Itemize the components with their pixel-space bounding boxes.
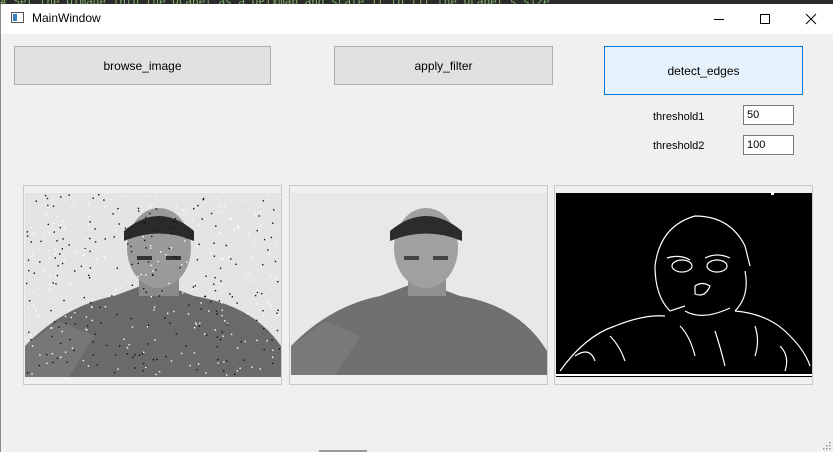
maximize-icon (760, 14, 770, 24)
threshold1-input[interactable] (743, 105, 794, 125)
maximize-button[interactable] (742, 4, 788, 34)
threshold2-label: threshold2 (653, 140, 705, 152)
window-title: MainWindow (32, 11, 101, 25)
resize-grip-icon[interactable] (823, 442, 831, 450)
detect-edges-button[interactable]: detect_edges (604, 46, 803, 95)
close-button[interactable] (788, 4, 833, 34)
threshold1-label: threshold1 (653, 111, 705, 123)
minimize-icon (714, 19, 724, 20)
original-image-panel (23, 185, 282, 385)
close-icon (805, 13, 817, 25)
threshold2-input[interactable] (743, 135, 794, 155)
original-image (25, 193, 281, 377)
main-window: MainWindow browse_image apply_filter det… (0, 4, 833, 452)
filtered-image (291, 193, 547, 375)
minimize-button[interactable] (696, 4, 742, 34)
app-window-icon (11, 12, 24, 23)
filtered-image-panel (289, 185, 548, 385)
browse-image-button[interactable]: browse_image (14, 46, 271, 85)
edges-image (556, 192, 812, 377)
apply-filter-button[interactable]: apply_filter (334, 46, 553, 85)
edges-image-panel (554, 185, 813, 385)
title-bar[interactable]: MainWindow (1, 4, 833, 34)
